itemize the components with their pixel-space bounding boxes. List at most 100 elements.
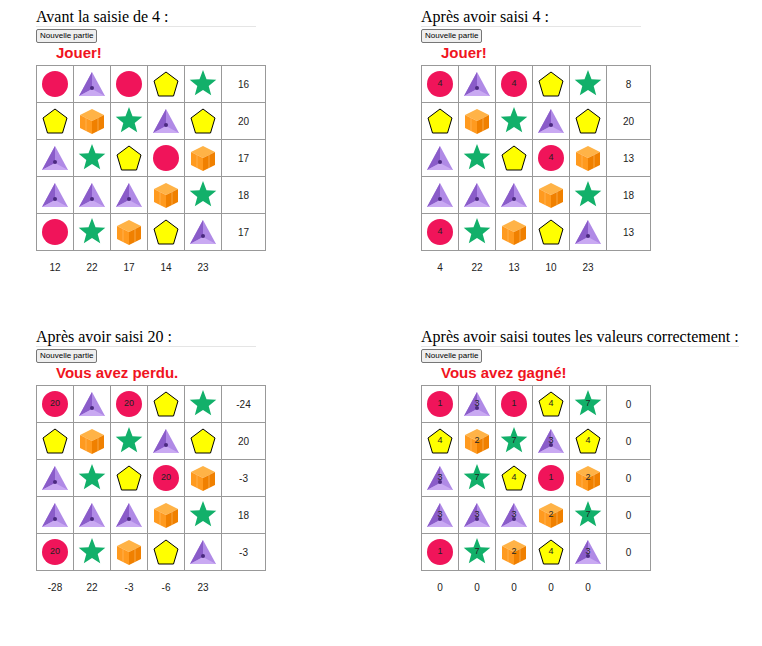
- board-cell[interactable]: [111, 140, 148, 177]
- board-cell[interactable]: [74, 534, 111, 571]
- board-cell[interactable]: [148, 177, 185, 214]
- board-cell[interactable]: 1: [533, 460, 570, 497]
- board-cell[interactable]: [422, 103, 459, 140]
- board-cell[interactable]: 4: [422, 423, 459, 460]
- board-cell[interactable]: [459, 66, 496, 103]
- board-cell[interactable]: [185, 534, 222, 571]
- board-cell[interactable]: [74, 497, 111, 534]
- board-cell[interactable]: [496, 177, 533, 214]
- board-cell[interactable]: [496, 103, 533, 140]
- board-cell[interactable]: [496, 140, 533, 177]
- board-cell[interactable]: [148, 423, 185, 460]
- board-cell[interactable]: 1: [422, 386, 459, 423]
- board-cell[interactable]: [148, 534, 185, 571]
- board-cell[interactable]: [185, 497, 222, 534]
- board-cell[interactable]: [111, 460, 148, 497]
- board-cell[interactable]: 7: [570, 386, 607, 423]
- board-cell[interactable]: [111, 214, 148, 251]
- board-cell[interactable]: [74, 460, 111, 497]
- board-cell[interactable]: 3: [533, 423, 570, 460]
- board-cell[interactable]: [570, 66, 607, 103]
- new-game-button[interactable]: Nouvelle partie: [421, 349, 482, 363]
- board-cell[interactable]: [185, 103, 222, 140]
- board-cell[interactable]: [111, 534, 148, 571]
- board-cell[interactable]: [533, 214, 570, 251]
- board-cell[interactable]: [74, 103, 111, 140]
- new-game-button[interactable]: Nouvelle partie: [421, 29, 482, 43]
- board-cell[interactable]: [37, 497, 74, 534]
- board-cell[interactable]: [570, 140, 607, 177]
- board-cell[interactable]: 2: [496, 534, 533, 571]
- board-cell[interactable]: [148, 103, 185, 140]
- board-cell[interactable]: [111, 66, 148, 103]
- board-cell[interactable]: [37, 177, 74, 214]
- board-cell[interactable]: 4: [533, 140, 570, 177]
- board-cell[interactable]: 20: [148, 460, 185, 497]
- board-cell[interactable]: [74, 140, 111, 177]
- board-cell[interactable]: 3: [496, 497, 533, 534]
- board-cell[interactable]: 7: [459, 534, 496, 571]
- board-cell[interactable]: [185, 66, 222, 103]
- board-cell[interactable]: [422, 177, 459, 214]
- board-cell[interactable]: [185, 177, 222, 214]
- board-cell[interactable]: [496, 214, 533, 251]
- board-cell[interactable]: [37, 214, 74, 251]
- board-cell[interactable]: [533, 177, 570, 214]
- board-cell[interactable]: 4: [533, 386, 570, 423]
- board-cell[interactable]: 1: [422, 534, 459, 571]
- board-cell[interactable]: 3: [459, 386, 496, 423]
- board-cell[interactable]: 3: [422, 460, 459, 497]
- board-cell[interactable]: [74, 386, 111, 423]
- board-cell[interactable]: [459, 140, 496, 177]
- board-cell[interactable]: [37, 66, 74, 103]
- board-cell[interactable]: [185, 386, 222, 423]
- board-cell[interactable]: [148, 66, 185, 103]
- board-cell[interactable]: [74, 177, 111, 214]
- board-cell[interactable]: 4: [496, 460, 533, 497]
- board-cell[interactable]: 20: [37, 534, 74, 571]
- board-cell[interactable]: [422, 140, 459, 177]
- board-cell[interactable]: [185, 423, 222, 460]
- board-cell[interactable]: [148, 214, 185, 251]
- board-cell[interactable]: [185, 460, 222, 497]
- board-cell[interactable]: [570, 214, 607, 251]
- new-game-button[interactable]: Nouvelle partie: [36, 29, 97, 43]
- board-cell[interactable]: 7: [459, 460, 496, 497]
- board-cell[interactable]: [148, 386, 185, 423]
- board-cell[interactable]: 20: [111, 386, 148, 423]
- board-cell[interactable]: [111, 497, 148, 534]
- board-cell[interactable]: [37, 103, 74, 140]
- board-cell[interactable]: [74, 214, 111, 251]
- board-cell[interactable]: 7: [570, 497, 607, 534]
- board-cell[interactable]: 2: [570, 460, 607, 497]
- board-cell[interactable]: [37, 460, 74, 497]
- board-cell[interactable]: [185, 214, 222, 251]
- board-cell[interactable]: [37, 140, 74, 177]
- board-cell[interactable]: 4: [422, 214, 459, 251]
- board-cell[interactable]: [74, 66, 111, 103]
- board-cell[interactable]: 1: [496, 386, 533, 423]
- board-cell[interactable]: [570, 103, 607, 140]
- board-cell[interactable]: [148, 497, 185, 534]
- board-cell[interactable]: 2: [459, 423, 496, 460]
- board-cell[interactable]: [185, 140, 222, 177]
- board-cell[interactable]: 4: [496, 66, 533, 103]
- board-cell[interactable]: 3: [459, 497, 496, 534]
- board-cell[interactable]: 3: [422, 497, 459, 534]
- board-cell[interactable]: [459, 103, 496, 140]
- board-cell[interactable]: [148, 140, 185, 177]
- board-cell[interactable]: 3: [570, 534, 607, 571]
- board-cell[interactable]: 2: [533, 497, 570, 534]
- board-cell[interactable]: [111, 423, 148, 460]
- board-cell[interactable]: [533, 103, 570, 140]
- board-cell[interactable]: [533, 66, 570, 103]
- board-cell[interactable]: [459, 177, 496, 214]
- board-cell[interactable]: 4: [533, 534, 570, 571]
- board-cell[interactable]: [570, 177, 607, 214]
- board-cell[interactable]: 4: [570, 423, 607, 460]
- board-cell[interactable]: [111, 177, 148, 214]
- board-cell[interactable]: 7: [496, 423, 533, 460]
- board-cell[interactable]: [459, 214, 496, 251]
- board-cell[interactable]: 4: [422, 66, 459, 103]
- board-cell[interactable]: [37, 423, 74, 460]
